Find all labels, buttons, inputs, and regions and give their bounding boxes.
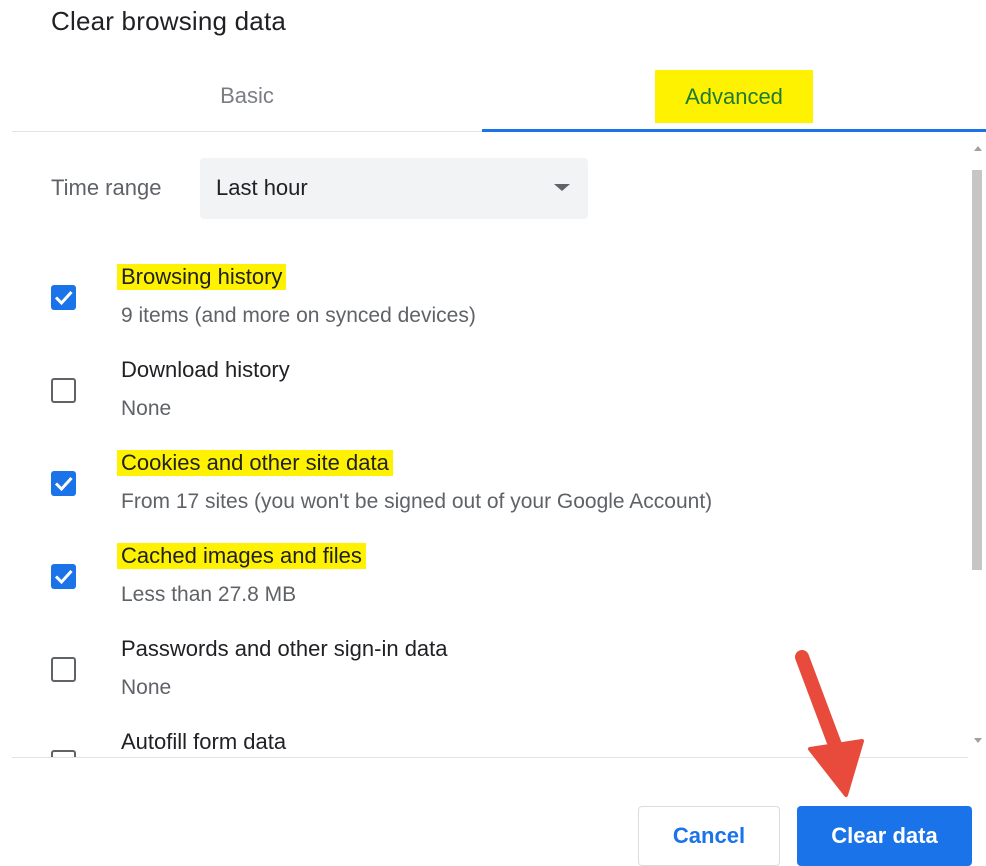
tab-basic-label: Basic: [220, 83, 274, 108]
item-description: Less than 27.8 MB: [121, 583, 297, 606]
tab-basic[interactable]: Basic: [12, 60, 482, 132]
clear-browsing-data-dialog: Clear browsing data Basic Advanced Time …: [0, 0, 986, 866]
cached-images-checkbox[interactable]: [51, 564, 76, 589]
tabs-divider: [12, 131, 482, 132]
checkmark-icon: [54, 476, 73, 492]
item-label: Cached images and files: [117, 543, 366, 569]
list-item-cached-images: Cached images and files Less than 27.8 M…: [0, 540, 960, 630]
list-item-cookies: Cookies and other site data From 17 site…: [0, 447, 960, 537]
item-description: From 17 sites (you won't be signed out o…: [121, 490, 713, 513]
passwords-checkbox[interactable]: [51, 657, 76, 682]
tab-bar: Basic Advanced: [12, 60, 986, 132]
tab-advanced-label: Advanced: [655, 69, 813, 123]
cookies-checkbox[interactable]: [51, 471, 76, 496]
item-description: None: [121, 676, 172, 699]
browsing-history-checkbox[interactable]: [51, 285, 76, 310]
download-history-checkbox[interactable]: [51, 378, 76, 403]
checkmark-icon: [54, 569, 73, 585]
item-label: Browsing history: [117, 264, 287, 290]
red-arrow-icon: [795, 650, 864, 797]
item-label: Autofill form data: [121, 729, 287, 754]
item-label: Passwords and other sign-in data: [121, 636, 448, 661]
tab-advanced[interactable]: Advanced: [482, 60, 986, 132]
time-range-value: Last hour: [216, 175, 308, 200]
time-range-select[interactable]: Last hour: [200, 158, 588, 219]
item-label: Cookies and other site data: [117, 450, 393, 476]
scroll-down-icon[interactable]: [974, 738, 982, 743]
autofill-checkbox[interactable]: [51, 750, 76, 757]
tab-selected-indicator: [482, 129, 986, 132]
item-description: 9 items (and more on synced devices): [121, 304, 476, 327]
scroll-up-icon[interactable]: [974, 146, 982, 151]
item-description: None: [121, 397, 172, 420]
checkmark-icon: [54, 290, 73, 306]
dialog-title: Clear browsing data: [51, 6, 287, 36]
clear-data-button[interactable]: Clear data: [797, 806, 972, 866]
time-range-label: Time range: [51, 175, 162, 200]
chevron-down-icon: [554, 184, 570, 191]
scrollbar-thumb[interactable]: [972, 170, 982, 570]
item-label: Download history: [121, 357, 290, 382]
cancel-button[interactable]: Cancel: [638, 806, 780, 866]
list-item-download-history: Download history None: [0, 354, 960, 444]
list-item-browsing-history: Browsing history 9 items (and more on sy…: [0, 261, 960, 351]
